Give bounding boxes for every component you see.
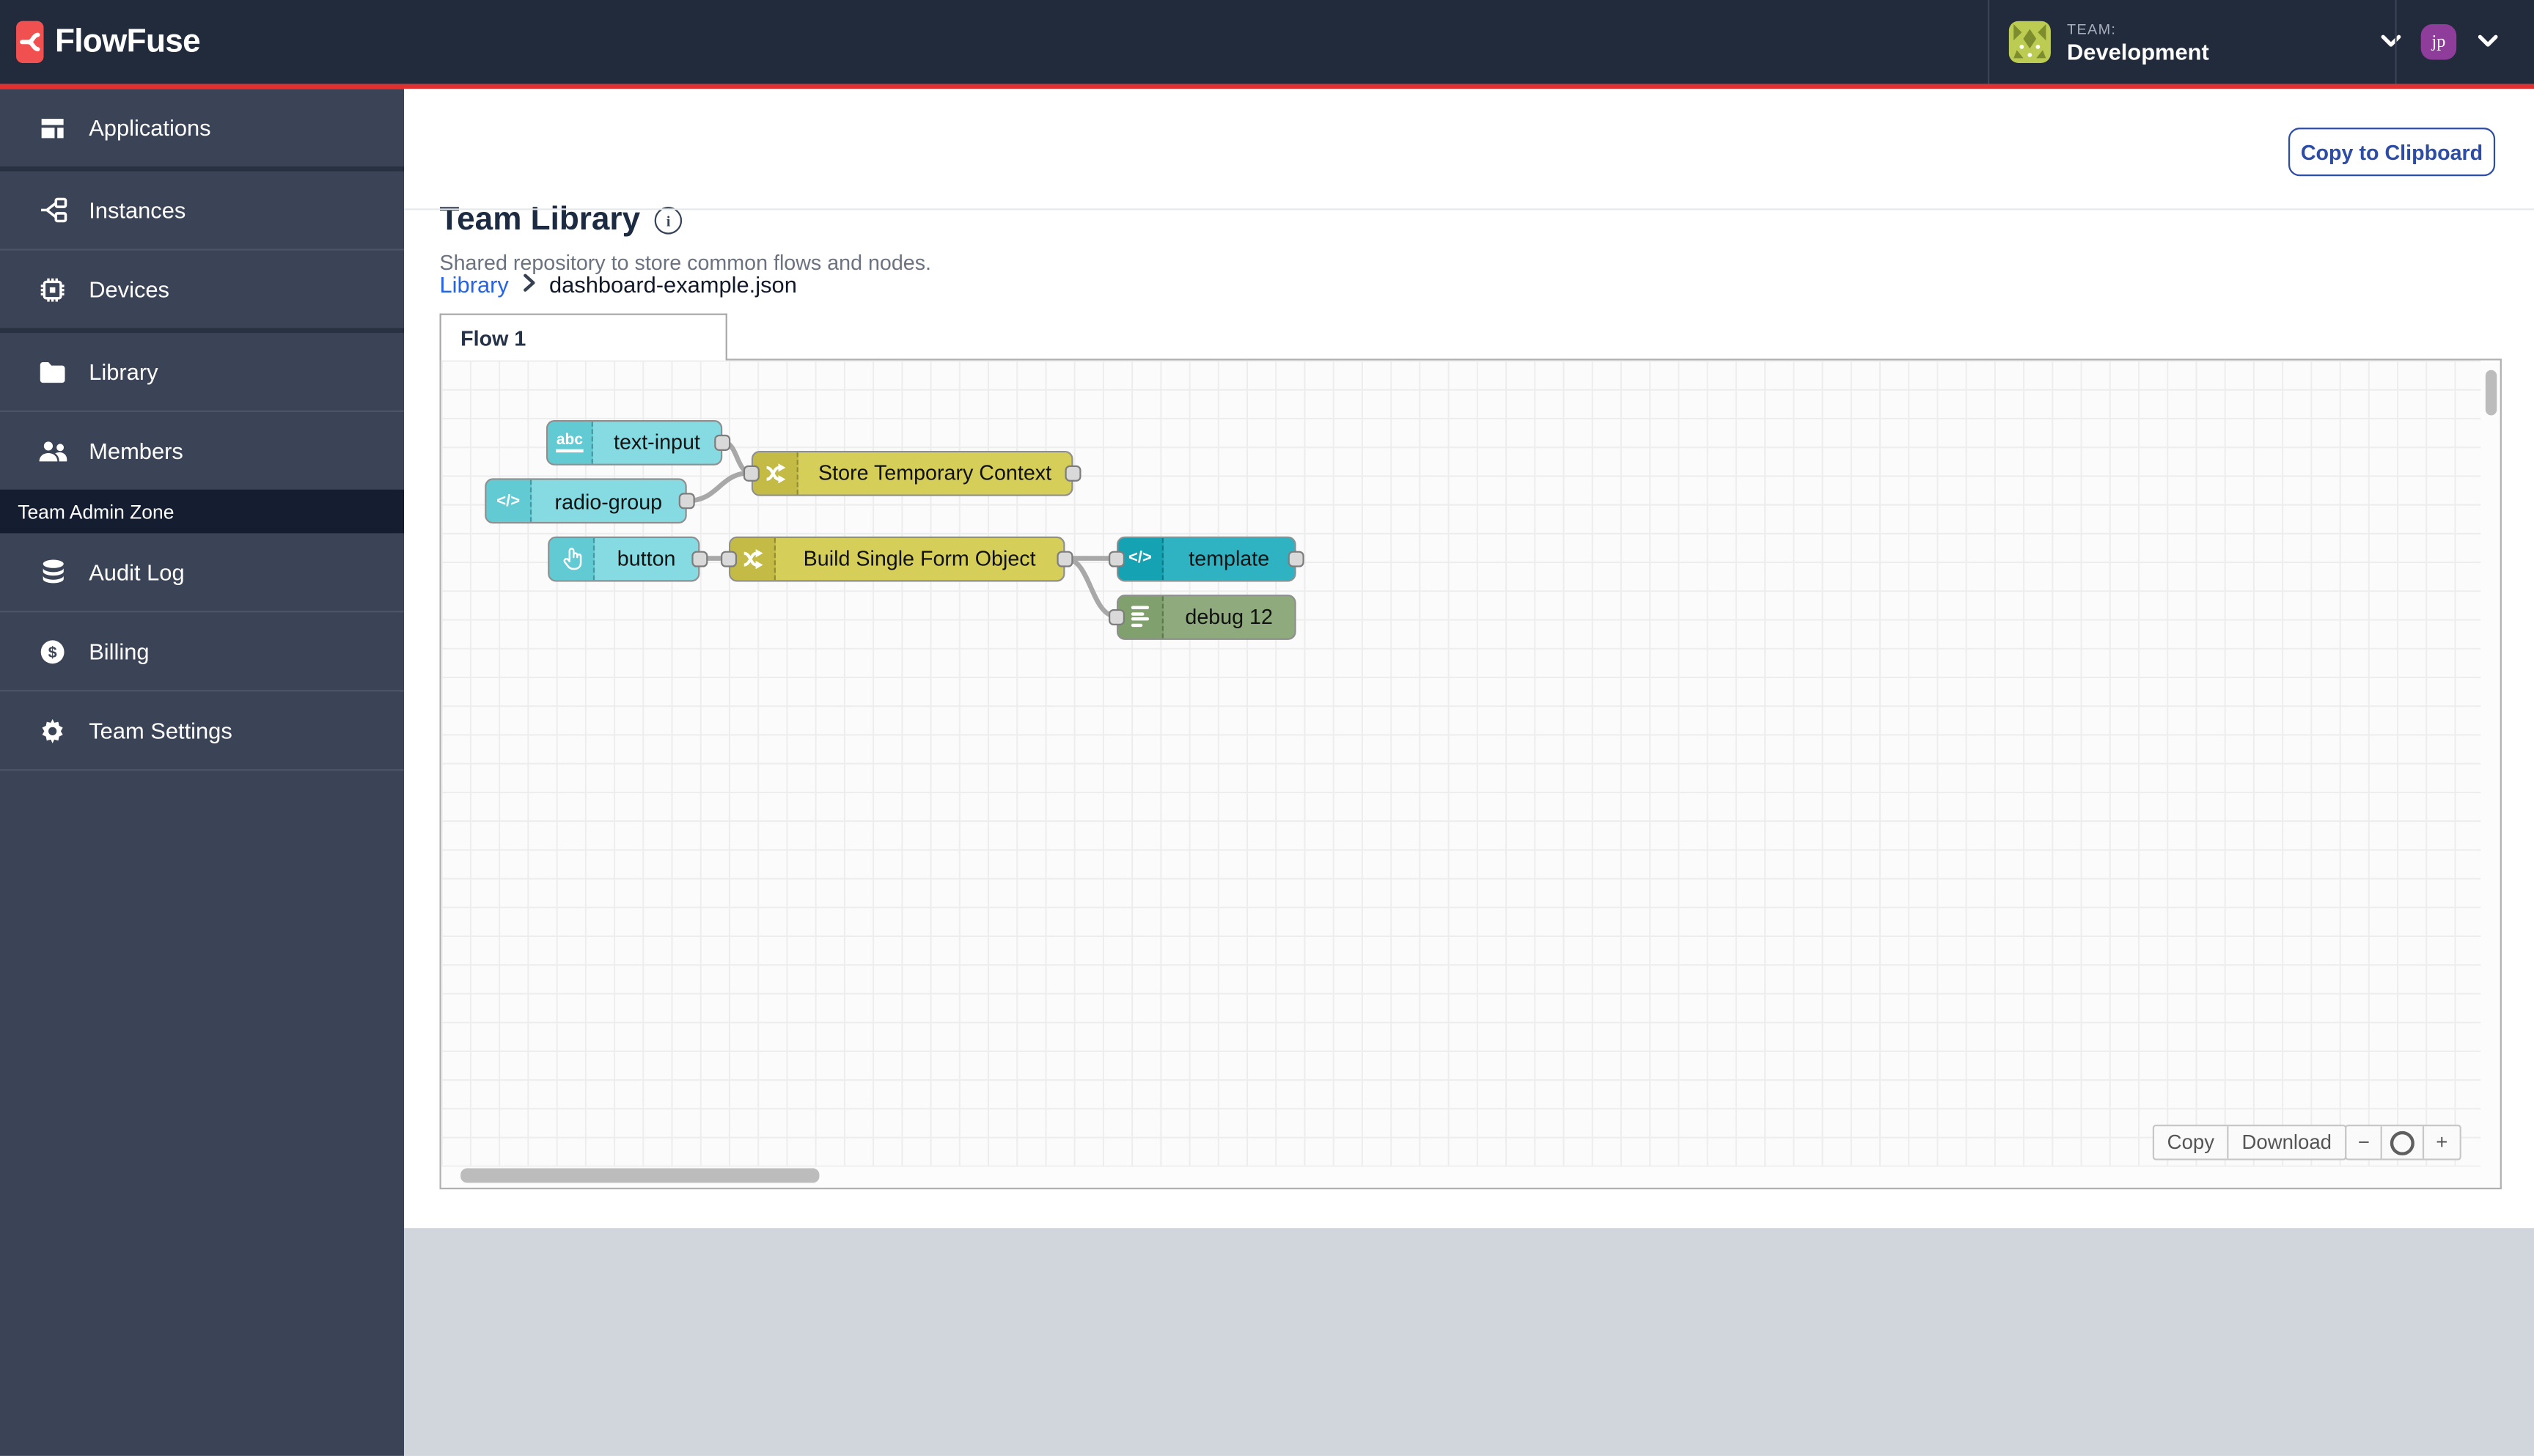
flowfuse-logo[interactable]: FlowFuse [16, 21, 201, 63]
sidebar-item-label: Members [89, 438, 183, 464]
port-in-build[interactable] [721, 550, 738, 567]
shuffle-icon [753, 452, 798, 494]
copy-flow-button[interactable]: Copy [2154, 1126, 2228, 1158]
folder-icon [37, 359, 68, 383]
sidebar-item-label: Team Settings [89, 717, 232, 743]
flow-node-text-input[interactable]: abc text-input [546, 419, 723, 465]
topbar-divider [2395, 0, 2397, 84]
abc-icon: abc [548, 421, 593, 463]
svg-text:$: $ [48, 643, 57, 661]
canvas-actions: Copy Download [2152, 1125, 2346, 1161]
applications-icon [37, 114, 68, 141]
sidebar-item-applications[interactable]: Applications [0, 89, 404, 166]
team-avatar [2008, 21, 2051, 63]
node-label: Store Temporary Context [818, 460, 1052, 485]
user-avatar: jp [2420, 24, 2457, 60]
sidebar-item-library[interactable]: Library [0, 333, 404, 411]
sidebar-item-billing[interactable]: $ Billing [0, 612, 404, 690]
main-content: Team Library i Shared repository to stor… [404, 89, 2534, 1456]
copy-to-clipboard-button[interactable]: Copy to Clipboard [2288, 128, 2496, 177]
dollar-circle-icon: $ [37, 638, 68, 665]
tab-flow-1[interactable]: Flow 1 [439, 313, 727, 361]
download-flow-button[interactable]: Download [2227, 1126, 2345, 1159]
node-label: radio-group [554, 488, 663, 513]
flow-node-store[interactable]: Store Temporary Context [751, 449, 1073, 496]
devices-icon [37, 276, 68, 303]
node-label: button [617, 545, 676, 571]
flow-node-build[interactable]: Build Single Form Object [729, 535, 1065, 581]
flow-node-template[interactable]: </> template [1117, 535, 1296, 581]
gear-icon [37, 717, 68, 744]
sidebar-item-instances[interactable]: Instances [0, 172, 404, 249]
port-out-text-input[interactable] [714, 433, 731, 450]
sidebar-item-label: Library [89, 359, 158, 385]
shuffle-icon [730, 537, 776, 580]
port-in-template[interactable] [1108, 550, 1125, 567]
sidebar-separator [0, 769, 405, 771]
sidebar-navigation: Applications Instances Devices Library M… [0, 89, 405, 1456]
port-in-debug[interactable] [1108, 608, 1125, 625]
sidebar-item-label: Devices [89, 276, 169, 303]
breadcrumb-chevron-icon [521, 271, 536, 297]
sidebar-item-label: Audit Log [89, 559, 185, 585]
zoom-reset-icon [2390, 1130, 2415, 1155]
instances-icon [37, 197, 68, 223]
users-icon [37, 438, 68, 463]
team-admin-zone-header: Team Admin Zone [0, 489, 405, 534]
flow-node-radio-group[interactable]: </> radio-group [485, 478, 687, 524]
port-out-build[interactable] [1057, 550, 1073, 567]
top-navigation-bar: FlowFuse TEAM: Development jp [0, 0, 2534, 84]
vertical-scrollbar-thumb[interactable] [2485, 369, 2497, 416]
app-window: FlowFuse TEAM: Development jp Applicatio… [0, 0, 2534, 1456]
breadcrumb-current-file: dashboard-example.json [548, 271, 797, 298]
port-out-template[interactable] [1288, 550, 1304, 567]
sidebar-item-devices[interactable]: Devices [0, 251, 404, 328]
port-out-button[interactable] [691, 550, 708, 567]
flow-node-button[interactable]: button [548, 535, 700, 581]
zoom-controls: − + [2345, 1125, 2461, 1161]
code-icon: </> [486, 479, 532, 522]
port-in-store[interactable] [743, 464, 760, 481]
accent-line [0, 84, 2534, 89]
breadcrumb: Library dashboard-example.json [440, 271, 797, 297]
sidebar-item-members[interactable]: Members [0, 412, 404, 490]
info-icon[interactable]: i [654, 207, 683, 235]
sidebar-item-label: Applications [89, 114, 211, 141]
topbar-divider [1988, 0, 1990, 84]
flow-nodes-layer: abc text-input </> radio-group Store Tempora… [441, 361, 2500, 1188]
port-out-radio-group[interactable] [678, 493, 695, 510]
horizontal-scrollbar-thumb[interactable] [460, 1168, 820, 1183]
pointer-icon [549, 537, 595, 580]
sidebar-item-label: Billing [89, 638, 150, 664]
database-icon [37, 559, 68, 586]
team-chevron-down-icon [2380, 27, 2401, 56]
node-label: template [1189, 545, 1270, 571]
port-out-store[interactable] [1065, 464, 1081, 481]
node-label: debug 12 [1185, 604, 1273, 629]
zoom-reset-button[interactable] [2381, 1126, 2423, 1159]
flow-canvas[interactable]: abc text-input </> radio-group Store Tempora… [439, 359, 2502, 1190]
user-chevron-down-icon [2478, 27, 2499, 56]
node-label: Build Single Form Object [803, 545, 1036, 571]
team-label: TEAM: [2067, 20, 2117, 37]
sidebar-item-label: Instances [89, 196, 186, 224]
code-icon: </> [1118, 537, 1164, 580]
sidebar-item-audit-log[interactable]: Audit Log [0, 533, 404, 611]
zoom-out-button[interactable]: − [2346, 1126, 2381, 1158]
node-label: text-input [613, 430, 700, 455]
zoom-in-button[interactable]: + [2423, 1126, 2459, 1159]
flow-node-debug[interactable]: debug 12 [1117, 593, 1296, 639]
sidebar-item-team-settings[interactable]: Team Settings [0, 691, 404, 769]
flowfuse-logo-icon [16, 21, 44, 63]
header-divider [404, 208, 2534, 210]
user-menu[interactable]: jp [2420, 0, 2499, 84]
team-selector[interactable]: TEAM: Development [2008, 0, 2401, 84]
page-title: Team Library [439, 202, 641, 238]
breadcrumb-library-link[interactable]: Library [440, 271, 509, 297]
list-icon [1118, 595, 1164, 638]
page-footer-background [404, 1228, 2534, 1456]
team-name: Development [2067, 37, 2209, 65]
brand-name: FlowFuse [54, 23, 201, 59]
